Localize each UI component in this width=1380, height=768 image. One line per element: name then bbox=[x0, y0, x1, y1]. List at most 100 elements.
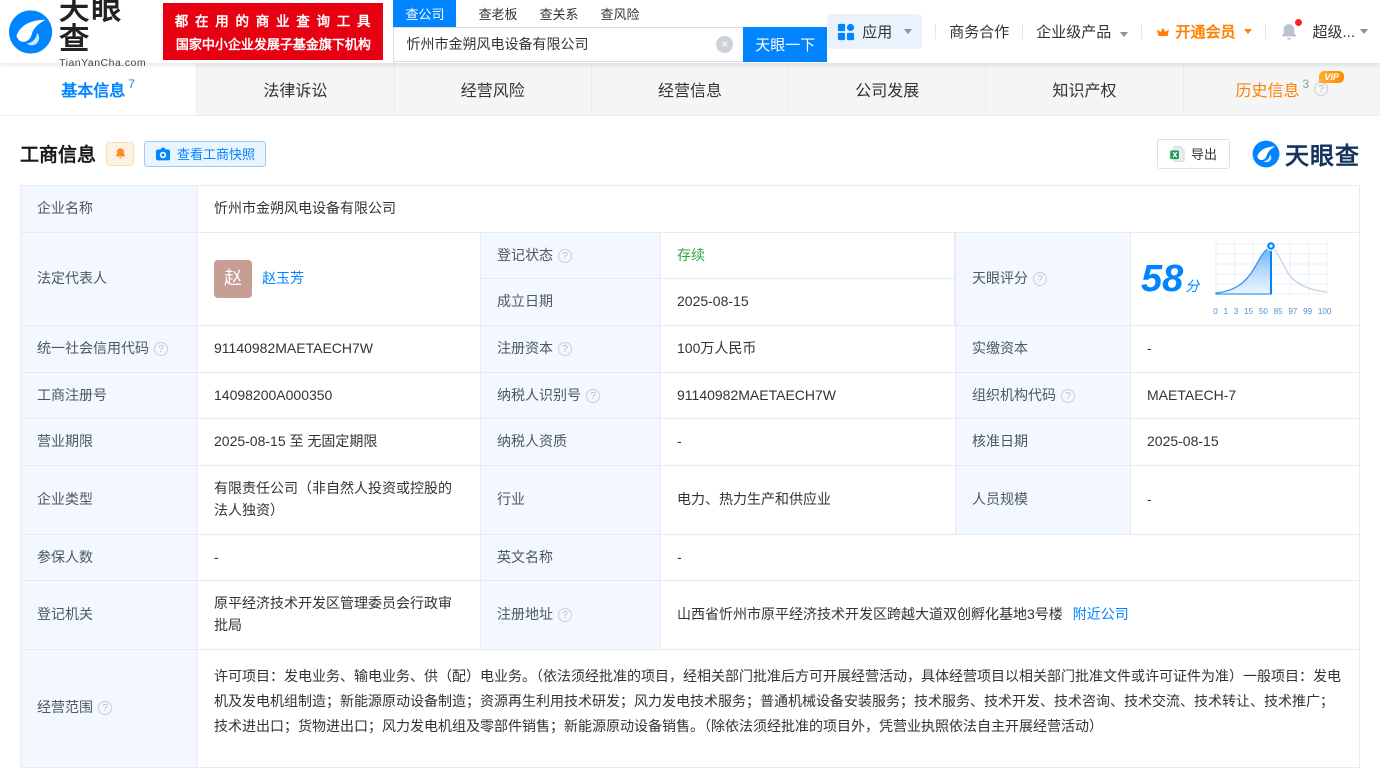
tab-label: 经营风险 bbox=[461, 77, 525, 101]
main-content: 工商信息 查看工商快照 导出 bbox=[0, 136, 1380, 768]
tab-label: 公司发展 bbox=[855, 77, 919, 101]
label-text: 注册地址 bbox=[497, 604, 553, 626]
reg-status-value: 存续 bbox=[661, 233, 955, 279]
reg-address-cell: 山西省忻州市原平经济技术开发区跨越大道双创孵化基地3号楼 附近公司 bbox=[661, 581, 1359, 648]
search-tab-risk[interactable]: 查风险 bbox=[601, 0, 640, 27]
monitor-bell-button[interactable] bbox=[106, 142, 134, 166]
notification-bell[interactable] bbox=[1279, 22, 1299, 42]
help-icon[interactable] bbox=[558, 608, 572, 622]
table-row: 企业名称 忻州市金朔风电设备有限公司 bbox=[21, 186, 1359, 233]
taxpayer-quals-label: 纳税人资质 bbox=[481, 419, 661, 465]
section-header: 工商信息 查看工商快照 导出 bbox=[20, 136, 1360, 171]
apps-label: 应用 bbox=[862, 21, 892, 42]
chevron-down-icon bbox=[1120, 32, 1128, 37]
help-icon[interactable] bbox=[558, 342, 572, 356]
table-row: 企业类型 有限责任公司（非自然人投资或控股的法人独资） 行业 电力、热力生产和供… bbox=[21, 466, 1359, 534]
business-term-value: 2025-08-15 至 无固定期限 bbox=[198, 419, 481, 465]
tab-basic-info[interactable]: 基本信息 7 bbox=[0, 63, 197, 115]
nav-cooperation[interactable]: 商务合作 bbox=[949, 21, 1009, 42]
approval-date-value: 2025-08-15 bbox=[1131, 419, 1359, 465]
brand-domain: TianYanCha.com bbox=[59, 58, 153, 69]
search-button[interactable]: 天眼一下 bbox=[743, 27, 827, 62]
tab-operation-risk[interactable]: 经营风险 bbox=[395, 63, 592, 115]
open-vip-link[interactable]: 开通会员 bbox=[1155, 21, 1252, 42]
export-button[interactable]: 导出 bbox=[1157, 139, 1230, 169]
tab-history-info[interactable]: VIP 历史信息 3 bbox=[1184, 63, 1380, 115]
avatar[interactable]: 赵 bbox=[214, 260, 252, 298]
table-row: 法定代表人 赵 赵玉芳 登记状态 存续 成立日期 2025-08-15 bbox=[21, 233, 1359, 326]
export-label: 导出 bbox=[1191, 144, 1217, 163]
taxpayer-id-value: 91140982MAETAECH7W bbox=[661, 373, 956, 419]
company-type-value: 有限责任公司（非自然人投资或控股的法人独资） bbox=[198, 466, 481, 533]
site-logo[interactable]: 天眼查 TianYanCha.com bbox=[8, 0, 153, 68]
help-icon[interactable] bbox=[1061, 389, 1075, 403]
establish-date-label: 成立日期 bbox=[481, 279, 661, 325]
user-name: 超级... bbox=[1312, 21, 1355, 42]
nav-enterprise-label: 企业级产品 bbox=[1036, 24, 1111, 41]
crown-icon bbox=[1155, 24, 1171, 40]
tab-company-development[interactable]: 公司发展 bbox=[789, 63, 986, 115]
search-tab-boss[interactable]: 查老板 bbox=[478, 0, 517, 27]
score-unit: 分 bbox=[1185, 278, 1199, 294]
chevron-down-icon bbox=[904, 29, 912, 34]
reg-authority-value: 原平经济技术开发区管理委员会行政审批局 bbox=[198, 581, 481, 648]
vip-badge: VIP bbox=[1319, 71, 1344, 83]
help-icon[interactable] bbox=[154, 342, 168, 356]
help-icon[interactable] bbox=[1033, 272, 1047, 286]
company-name-label: 企业名称 bbox=[21, 186, 198, 232]
table-row: 统一社会信用代码 91140982MAETAECH7W 注册资本 100万人民币… bbox=[21, 326, 1359, 373]
search-tab-relation[interactable]: 查关系 bbox=[539, 0, 578, 27]
table-row: 参保人数 - 英文名称 - bbox=[21, 535, 1359, 582]
nearby-companies-link[interactable]: 附近公司 bbox=[1073, 604, 1129, 626]
tab-operation-info[interactable]: 经营信息 bbox=[592, 63, 789, 115]
divider bbox=[1265, 24, 1266, 39]
chevron-down-icon bbox=[1360, 29, 1368, 34]
bell-icon bbox=[114, 147, 127, 160]
search-input[interactable] bbox=[393, 27, 743, 62]
tab-count: 7 bbox=[128, 77, 135, 91]
tab-intellectual-property[interactable]: 知识产权 bbox=[986, 63, 1183, 115]
search-tabs: 查公司 查老板 查关系 查风险 bbox=[393, 2, 827, 27]
tab-label: 知识产权 bbox=[1053, 77, 1117, 101]
brand-name: 天眼查 bbox=[59, 0, 153, 55]
credit-code-value: 91140982MAETAECH7W bbox=[198, 326, 481, 372]
label-text: 经营范围 bbox=[37, 697, 93, 719]
help-icon[interactable] bbox=[558, 249, 572, 263]
org-code-label: 组织机构代码 bbox=[956, 373, 1131, 419]
chevron-down-icon bbox=[1244, 29, 1252, 34]
reg-address-label: 注册地址 bbox=[481, 581, 661, 648]
taxpayer-quals-value: - bbox=[661, 419, 956, 465]
label-text: 天眼评分 bbox=[972, 268, 1028, 290]
status-date-subtable: 登记状态 存续 成立日期 2025-08-15 bbox=[481, 233, 956, 325]
legal-rep-link[interactable]: 赵玉芳 bbox=[262, 268, 304, 290]
tab-legal-litigation[interactable]: 法律诉讼 bbox=[197, 63, 394, 115]
business-snapshot-button[interactable]: 查看工商快照 bbox=[144, 141, 266, 167]
staff-size-label: 人员规模 bbox=[956, 466, 1131, 533]
reg-number-label: 工商注册号 bbox=[21, 373, 198, 419]
apps-menu[interactable]: 应用 bbox=[827, 14, 922, 49]
taxpayer-id-label: 纳税人识别号 bbox=[481, 373, 661, 419]
help-icon[interactable] bbox=[98, 701, 112, 715]
nav-enterprise-products[interactable]: 企业级产品 bbox=[1036, 21, 1128, 42]
section-title: 工商信息 bbox=[20, 140, 96, 167]
tab-label: 基本信息 bbox=[61, 77, 125, 101]
label-text: 组织机构代码 bbox=[972, 385, 1056, 407]
english-name-value: - bbox=[661, 535, 1359, 581]
user-account-menu[interactable]: 超级... bbox=[1312, 21, 1368, 42]
table-row: 登记机关 原平经济技术开发区管理委员会行政审批局 注册地址 山西省忻州市原平经济… bbox=[21, 581, 1359, 649]
top-nav: 应用 商务合作 企业级产品 开通会员 超级... bbox=[827, 14, 1368, 49]
help-icon[interactable] bbox=[1314, 82, 1328, 96]
search-tab-company[interactable]: 查公司 bbox=[393, 0, 456, 27]
excel-icon bbox=[1170, 146, 1185, 162]
industry-value: 电力、热力生产和供应业 bbox=[661, 466, 956, 533]
promo-line1: 都 在 用 的 商 业 查 询 工 具 bbox=[173, 10, 373, 30]
insured-count-label: 参保人数 bbox=[21, 535, 198, 581]
credit-code-label: 统一社会信用代码 bbox=[21, 326, 198, 372]
label-text: 统一社会信用代码 bbox=[37, 338, 149, 360]
business-scope-value: 许可项目：发电业务、输电业务、供（配）电业务。（依法须经批准的项目，经相关部门批… bbox=[198, 650, 1359, 767]
help-icon[interactable] bbox=[586, 389, 600, 403]
score-distribution-chart: 0131550859799100 bbox=[1213, 240, 1331, 318]
tab-label: 历史信息 bbox=[1235, 77, 1299, 101]
score-label: 天眼评分 bbox=[956, 233, 1131, 325]
clear-search-icon[interactable]: × bbox=[716, 36, 733, 53]
